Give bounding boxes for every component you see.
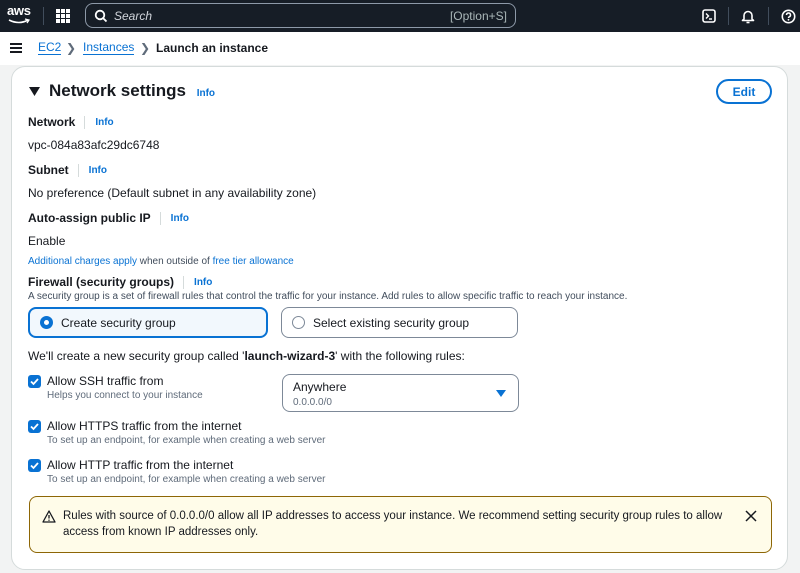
security-group-intro: We'll create a new security group called… [28, 349, 465, 363]
charges-note: Additional charges apply when outside of… [28, 256, 294, 267]
network-label: Network Info [28, 115, 114, 129]
cloudshell-icon[interactable] [700, 7, 718, 25]
help-icon[interactable] [779, 7, 797, 25]
http-rule-label: Allow HTTP traffic from the internet [47, 458, 234, 472]
menu-icon[interactable] [10, 43, 22, 53]
firewall-info-link[interactable]: Info [194, 277, 212, 288]
select-existing-security-group-option[interactable]: Select existing security group [281, 307, 518, 338]
ssh-source-select[interactable]: Anywhere 0.0.0.0/0 [282, 374, 519, 412]
public-ip-label-text: Auto-assign public IP [28, 211, 151, 225]
https-rule-description: To set up an endpoint, for example when … [47, 435, 326, 446]
additional-charges-link[interactable]: Additional charges apply [28, 256, 137, 267]
ssh-source-value: Anywhere [293, 380, 347, 394]
ssh-checkbox[interactable] [28, 375, 41, 388]
aws-logo-text: aws [7, 3, 31, 18]
intro-suffix: ' with the following rules: [335, 349, 465, 363]
http-rule-description: To set up an endpoint, for example when … [47, 474, 326, 485]
divider [43, 7, 44, 25]
subnet-label: Subnet Info [28, 163, 107, 177]
https-rule-label: Allow HTTPS traffic from the internet [47, 419, 242, 433]
https-checkbox[interactable] [28, 420, 41, 433]
public-ip-value: Enable [28, 234, 66, 248]
bell-icon[interactable] [739, 7, 757, 25]
caret-down-icon [496, 390, 506, 397]
edit-button[interactable]: Edit [716, 79, 772, 104]
intro-prefix: We'll create a new security group called… [28, 349, 245, 363]
info-link[interactable]: Info [197, 88, 215, 99]
checkmark-icon [30, 462, 39, 470]
subnet-info-link[interactable]: Info [89, 165, 107, 176]
search-shortcut: [Option+S] [449, 9, 507, 23]
subnet-value: No preference (Default subnet in any ava… [28, 186, 317, 200]
warning-icon [42, 510, 56, 523]
warning-alert: Rules with source of 0.0.0.0/0 allow all… [29, 496, 772, 553]
chevron-right-icon: ❯ [66, 41, 77, 55]
breadcrumb-current: Launch an instance [156, 41, 269, 55]
checkmark-icon [30, 378, 39, 386]
radio-unselected-icon[interactable] [292, 316, 305, 329]
network-info-link[interactable]: Info [95, 117, 113, 128]
breadcrumb-bar: EC2 ❯ Instances ❯ Launch an instance [0, 32, 800, 65]
ssh-source-cidr: 0.0.0.0/0 [293, 397, 332, 408]
divider [768, 7, 769, 25]
charges-note-text: when outside of [136, 256, 213, 267]
ssh-rule-label: Allow SSH traffic from [47, 374, 164, 388]
firewall-label: Firewall (security groups) Info [28, 275, 212, 289]
search-icon [94, 9, 108, 23]
public-ip-label: Auto-assign public IP Info [28, 211, 189, 225]
network-settings-panel: Network settings Info Edit Network Info … [11, 66, 788, 570]
option-label: Select existing security group [313, 315, 470, 330]
divider [183, 275, 185, 289]
breadcrumb-instances[interactable]: Instances [83, 41, 135, 55]
warning-message: Rules with source of 0.0.0.0/0 allow all… [63, 510, 723, 538]
panel-title[interactable]: Network settings Info [49, 81, 215, 101]
divider [84, 115, 86, 129]
chevron-right-icon: ❯ [140, 41, 151, 55]
aws-logo[interactable]: aws [7, 3, 33, 27]
panel-title-text: Network settings [49, 81, 186, 100]
network-value: vpc-084a83afc29dc6748 [28, 138, 160, 152]
divider [159, 211, 161, 225]
divider [77, 163, 79, 177]
create-security-group-option[interactable]: Create security group [28, 307, 268, 338]
breadcrumb-ec2[interactable]: EC2 [38, 41, 62, 55]
free-tier-link[interactable]: free tier allowance [213, 256, 294, 267]
close-icon[interactable] [745, 510, 757, 522]
http-checkbox[interactable] [28, 459, 41, 472]
network-label-text: Network [28, 115, 76, 129]
aws-smile-icon [8, 18, 30, 24]
services-grid-icon[interactable] [56, 9, 70, 23]
radio-selected-icon[interactable] [40, 316, 53, 329]
public-ip-info-link[interactable]: Info [171, 213, 189, 224]
search-input[interactable]: Search [Option+S] [85, 3, 516, 28]
search-placeholder: Search [114, 9, 153, 23]
top-navigation-bar: aws Search [Option+S] [0, 0, 800, 32]
caret-down-icon[interactable] [29, 87, 40, 96]
ssh-rule-description: Helps you connect to your instance [47, 390, 203, 401]
subnet-label-text: Subnet [28, 163, 69, 177]
divider [728, 7, 729, 25]
option-label: Create security group [61, 315, 176, 330]
checkmark-icon [30, 423, 39, 431]
security-group-name: launch-wizard-3 [244, 349, 336, 363]
firewall-label-text: Firewall (security groups) [28, 275, 175, 289]
firewall-description: A security group is a set of firewall ru… [28, 291, 628, 302]
